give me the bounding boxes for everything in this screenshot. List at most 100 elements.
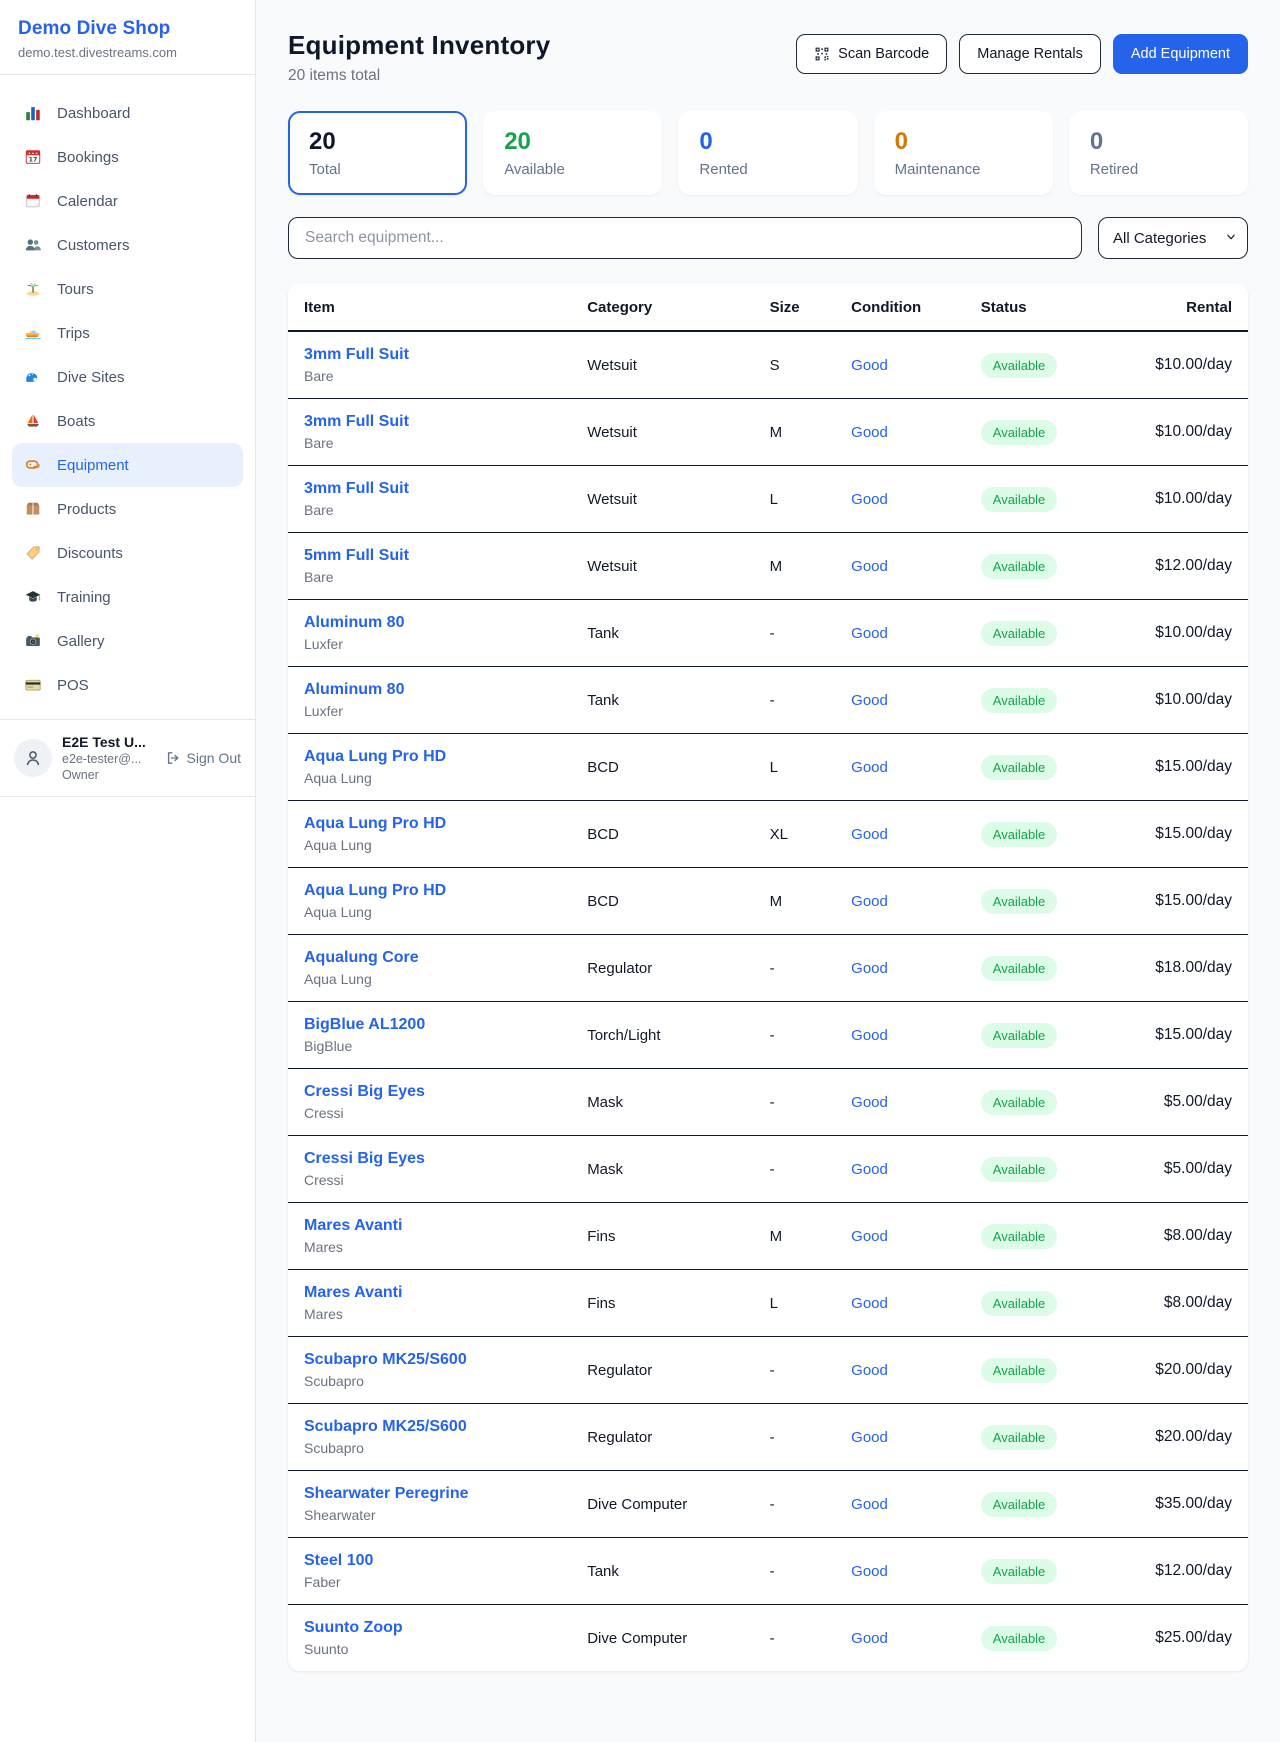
- sidebar-item-pos[interactable]: POS: [12, 663, 243, 707]
- item-name-link[interactable]: Aqua Lung Pro HD: [304, 882, 555, 900]
- table-row[interactable]: Aqualung Core Aqua Lung Regulator - Good…: [288, 935, 1248, 1002]
- sidebar-item-tours[interactable]: Tours: [12, 267, 243, 311]
- sidebar-item-bookings[interactable]: 17 Bookings: [12, 135, 243, 179]
- item-name-link[interactable]: 5mm Full Suit: [304, 547, 555, 565]
- sidebar-item-dashboard[interactable]: Dashboard: [12, 91, 243, 135]
- sidebar-item-trips[interactable]: Trips: [12, 311, 243, 355]
- tag-icon: [22, 544, 44, 562]
- item-name-link[interactable]: 3mm Full Suit: [304, 480, 555, 498]
- stat-value: 20: [504, 128, 641, 156]
- status-badge: Available: [981, 1425, 1058, 1450]
- item-name-link[interactable]: Mares Avanti: [304, 1284, 555, 1302]
- manage-rentals-label: Manage Rentals: [977, 46, 1083, 62]
- table-row[interactable]: Mares Avanti Mares Fins M Good Available…: [288, 1203, 1248, 1270]
- table-row[interactable]: Aqua Lung Pro HD Aqua Lung BCD L Good Av…: [288, 734, 1248, 801]
- table-row[interactable]: Aqua Lung Pro HD Aqua Lung BCD M Good Av…: [288, 868, 1248, 935]
- item-brand: Bare: [304, 435, 555, 451]
- sidebar-item-equipment[interactable]: Equipment: [12, 443, 243, 487]
- condition-link[interactable]: Good: [851, 893, 888, 910]
- condition-link[interactable]: Good: [851, 491, 888, 508]
- item-name-link[interactable]: 3mm Full Suit: [304, 413, 555, 431]
- sidebar-item-dive-sites[interactable]: Dive Sites: [12, 355, 243, 399]
- sidebar-item-discounts[interactable]: Discounts: [12, 531, 243, 575]
- table-row[interactable]: 3mm Full Suit Bare Wetsuit S Good Availa…: [288, 331, 1248, 399]
- sidebar-item-customers[interactable]: Customers: [12, 223, 243, 267]
- item-name-link[interactable]: Aluminum 80: [304, 681, 555, 699]
- item-name-link[interactable]: Suunto Zoop: [304, 1619, 555, 1637]
- sidebar-item-products[interactable]: Products: [12, 487, 243, 531]
- item-name-link[interactable]: Cressi Big Eyes: [304, 1083, 555, 1101]
- stat-card-maintenance[interactable]: 0 Maintenance: [874, 111, 1053, 195]
- item-name-link[interactable]: Aqua Lung Pro HD: [304, 815, 555, 833]
- condition-link[interactable]: Good: [851, 1630, 888, 1647]
- status-badge: Available: [981, 755, 1058, 780]
- item-size: -: [754, 667, 836, 734]
- category-select-wrap: All Categories: [1098, 217, 1248, 259]
- item-name-link[interactable]: BigBlue AL1200: [304, 1016, 555, 1034]
- table-row[interactable]: Mares Avanti Mares Fins L Good Available…: [288, 1270, 1248, 1337]
- table-row[interactable]: Aqua Lung Pro HD Aqua Lung BCD XL Good A…: [288, 801, 1248, 868]
- table-row[interactable]: Shearwater Peregrine Shearwater Dive Com…: [288, 1471, 1248, 1538]
- condition-link[interactable]: Good: [851, 558, 888, 575]
- condition-link[interactable]: Good: [851, 1161, 888, 1178]
- table-row[interactable]: Suunto Zoop Suunto Dive Computer - Good …: [288, 1605, 1248, 1672]
- table-row[interactable]: Aluminum 80 Luxfer Tank - Good Available…: [288, 667, 1248, 734]
- user-email: e2e-tester@...: [62, 752, 155, 766]
- condition-link[interactable]: Good: [851, 424, 888, 441]
- table-row[interactable]: Scubapro MK25/S600 Scubapro Regulator - …: [288, 1404, 1248, 1471]
- item-brand: Aqua Lung: [304, 770, 555, 786]
- table-row[interactable]: Cressi Big Eyes Cressi Mask - Good Avail…: [288, 1069, 1248, 1136]
- search-input[interactable]: [288, 217, 1082, 259]
- table-row[interactable]: 3mm Full Suit Bare Wetsuit M Good Availa…: [288, 399, 1248, 466]
- item-brand: Suunto: [304, 1641, 555, 1657]
- item-name-link[interactable]: Scubapro MK25/S600: [304, 1418, 555, 1436]
- condition-link[interactable]: Good: [851, 960, 888, 977]
- condition-link[interactable]: Good: [851, 1496, 888, 1513]
- brand[interactable]: Demo Dive Shop demo.test.divestreams.com: [0, 0, 255, 75]
- table-row[interactable]: 3mm Full Suit Bare Wetsuit L Good Availa…: [288, 466, 1248, 533]
- stat-card-retired[interactable]: 0 Retired: [1069, 111, 1248, 195]
- item-name-link[interactable]: Aluminum 80: [304, 614, 555, 632]
- condition-link[interactable]: Good: [851, 625, 888, 642]
- item-name-link[interactable]: Mares Avanti: [304, 1217, 555, 1235]
- sidebar-item-training[interactable]: Training: [12, 575, 243, 619]
- table-row[interactable]: Cressi Big Eyes Cressi Mask - Good Avail…: [288, 1136, 1248, 1203]
- condition-link[interactable]: Good: [851, 357, 888, 374]
- table-row[interactable]: Aluminum 80 Luxfer Tank - Good Available…: [288, 600, 1248, 667]
- condition-link[interactable]: Good: [851, 759, 888, 776]
- stat-card-rented[interactable]: 0 Rented: [678, 111, 857, 195]
- item-name-link[interactable]: Steel 100: [304, 1552, 555, 1570]
- condition-link[interactable]: Good: [851, 1094, 888, 1111]
- stat-card-total[interactable]: 20 Total: [288, 111, 467, 195]
- item-name-link[interactable]: Scubapro MK25/S600: [304, 1351, 555, 1369]
- scan-barcode-button[interactable]: Scan Barcode: [796, 34, 947, 74]
- rental-price: $10.00/day: [1118, 466, 1248, 533]
- condition-link[interactable]: Good: [851, 692, 888, 709]
- item-name-link[interactable]: 3mm Full Suit: [304, 346, 555, 364]
- condition-link[interactable]: Good: [851, 1228, 888, 1245]
- condition-link[interactable]: Good: [851, 826, 888, 843]
- item-name-link[interactable]: Shearwater Peregrine: [304, 1485, 555, 1503]
- item-name-link[interactable]: Aqualung Core: [304, 949, 555, 967]
- table-row[interactable]: Steel 100 Faber Tank - Good Available $1…: [288, 1538, 1248, 1605]
- condition-link[interactable]: Good: [851, 1563, 888, 1580]
- sidebar-item-gallery[interactable]: Gallery: [12, 619, 243, 663]
- brand-name[interactable]: Demo Dive Shop: [18, 18, 237, 40]
- table-row[interactable]: BigBlue AL1200 BigBlue Torch/Light - Goo…: [288, 1002, 1248, 1069]
- condition-link[interactable]: Good: [851, 1295, 888, 1312]
- condition-link[interactable]: Good: [851, 1027, 888, 1044]
- table-row[interactable]: Scubapro MK25/S600 Scubapro Regulator - …: [288, 1337, 1248, 1404]
- sign-out-button[interactable]: Sign Out: [165, 750, 241, 766]
- condition-link[interactable]: Good: [851, 1362, 888, 1379]
- condition-link[interactable]: Good: [851, 1429, 888, 1446]
- category-select[interactable]: All Categories: [1098, 217, 1248, 259]
- sidebar-item-calendar[interactable]: Calendar: [12, 179, 243, 223]
- sidebar-item-boats[interactable]: Boats: [12, 399, 243, 443]
- add-equipment-button[interactable]: Add Equipment: [1113, 34, 1248, 74]
- item-name-link[interactable]: Aqua Lung Pro HD: [304, 748, 555, 766]
- item-name-link[interactable]: Cressi Big Eyes: [304, 1150, 555, 1168]
- manage-rentals-button[interactable]: Manage Rentals: [959, 34, 1101, 74]
- table-row[interactable]: 5mm Full Suit Bare Wetsuit M Good Availa…: [288, 533, 1248, 600]
- stat-card-available[interactable]: 20 Available: [483, 111, 662, 195]
- status-badge: Available: [981, 1492, 1058, 1517]
